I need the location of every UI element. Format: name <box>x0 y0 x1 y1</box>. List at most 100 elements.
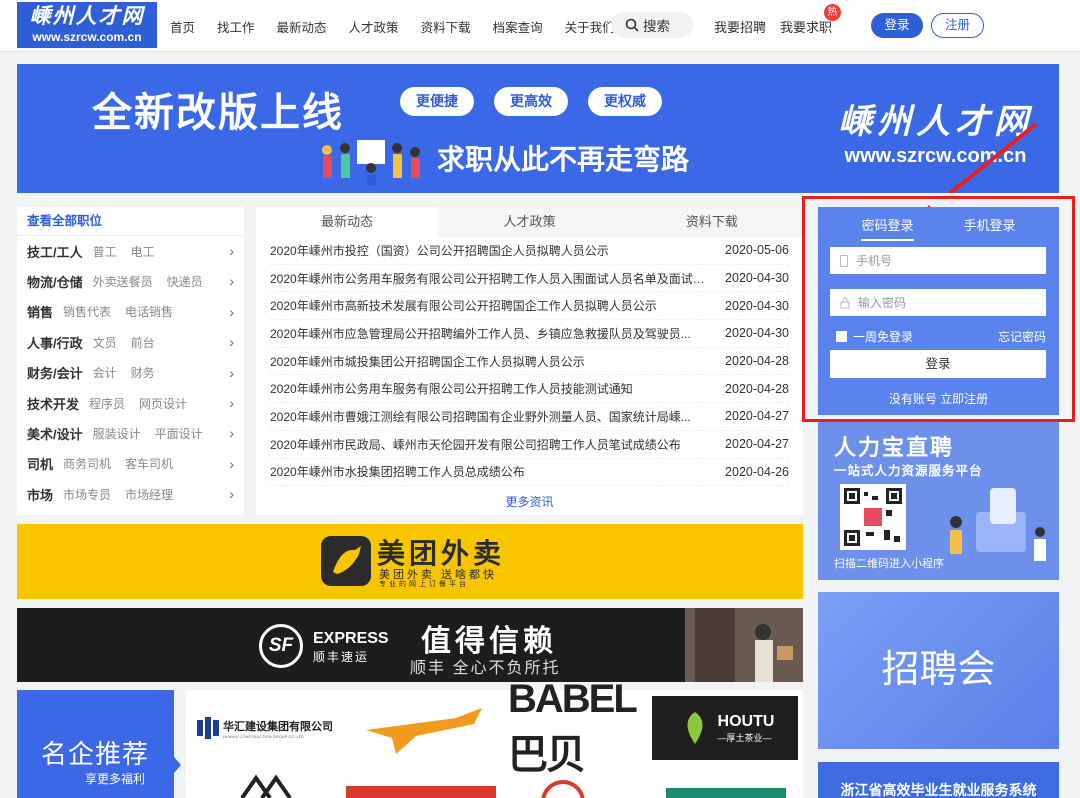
category-sub[interactable]: 销售代表 <box>63 303 111 320</box>
category-row[interactable]: 市场 市场专员 市场经理 › <box>17 479 244 509</box>
nav-downloads[interactable]: 资料下载 <box>421 17 471 36</box>
hero-banner[interactable]: 全新改版上线 更便捷 更高效 更权威 求职从此不再走弯路 嵊州人才网 www.s… <box>17 64 1059 193</box>
company-logo-babel[interactable]: BABEL巴贝 <box>508 677 638 777</box>
category-sub[interactable]: 财务 <box>131 364 155 381</box>
news-item[interactable]: 2020年嵊州市曹娥江测绘有限公司招聘国有企业野外测量人员、国家统计局嵊... 2… <box>270 403 789 431</box>
plane-logo-icon <box>366 708 482 754</box>
company-logo-plane[interactable] <box>346 696 496 760</box>
news-item[interactable]: 2020年嵊州市应急管理局公开招聘编外工作人员、乡镇应急救援队员及驾驶员... 2… <box>270 320 789 348</box>
news-title[interactable]: 2020年嵊州市投控（国资）公司公开招聘国企人员拟聘人员公示 <box>270 242 708 259</box>
header-register-button[interactable]: 注册 <box>931 13 984 38</box>
category-sub[interactable]: 商务司机 <box>63 455 111 472</box>
nav-find-job[interactable]: 找工作 <box>217 17 255 36</box>
nav-news[interactable]: 最新动态 <box>277 17 327 36</box>
company-logo-houtu[interactable]: HOUTU —厚土茶业— <box>652 696 798 760</box>
nav-home[interactable]: 首页 <box>170 17 195 36</box>
search-button[interactable]: 搜索 <box>611 12 693 38</box>
tab-password-login[interactable]: 密码登录 <box>861 215 914 241</box>
famous-companies-tile[interactable]: 名企推荐 享更多福利 <box>17 690 181 798</box>
tab-policy[interactable]: 人才政策 <box>438 207 620 237</box>
category-row[interactable]: 销售 销售代表 电话销售 › <box>17 297 244 327</box>
category-sub[interactable]: 电话销售 <box>125 303 173 320</box>
news-item[interactable]: 2020年嵊州市水投集团招聘工作人员总成绩公布 2020-04-26 <box>270 459 789 487</box>
nav-recruit[interactable]: 我要招聘 <box>714 17 766 36</box>
category-sub[interactable]: 程序员 <box>89 395 125 412</box>
nav-archive[interactable]: 档案查询 <box>493 17 543 36</box>
chevron-right-icon: › <box>229 455 234 472</box>
news-date: 2020-05-06 <box>725 243 789 258</box>
news-title[interactable]: 2020年嵊州市公务用车服务有限公司公开招聘工作人员技能测试通知 <box>270 380 708 397</box>
zhejiang-graduate-service-card[interactable]: 浙江省高效毕业生就业服务系统 <box>818 762 1059 798</box>
category-sub[interactable]: 平面设计 <box>155 425 203 442</box>
nav-about[interactable]: 关于我们 <box>565 17 615 36</box>
header-login-button[interactable]: 登录 <box>871 13 923 38</box>
password-input[interactable]: 输入密码 <box>830 289 1046 316</box>
company-logo-row2-4[interactable] <box>666 772 786 798</box>
company-logo-huahui[interactable]: 华汇建设集团有限公司 HUAHUI CONSTRUCTION GROUP CO.… <box>190 696 340 760</box>
news-title[interactable]: 2020年嵊州市公务用车服务有限公司公开招聘工作人员入围面试人员名单及面试通知 <box>270 270 708 287</box>
category-sub[interactable]: 网页设计 <box>139 395 187 412</box>
category-sub[interactable]: 客车司机 <box>125 455 173 472</box>
category-sub[interactable]: 外卖送餐员 <box>93 273 153 290</box>
news-item[interactable]: 2020年嵊州市公务用车服务有限公司公开招聘工作人员技能测试通知 2020-04-… <box>270 375 789 404</box>
category-row[interactable]: 美术/设计 服装设计 平面设计 › <box>17 418 244 448</box>
category-sub[interactable]: 普工 <box>93 243 117 260</box>
news-item[interactable]: 2020年嵊州市民政局、嵊州市天伦园开发有限公司招聘工作人员笔试成绩公布 2020… <box>270 431 789 459</box>
category-sub[interactable]: 文员 <box>93 334 117 351</box>
sf-express-ad-banner[interactable]: SF EXPRESS 顺丰速运 值得信赖 顺丰 全心不负所托 <box>17 608 803 682</box>
job-fair-card[interactable]: 招聘会 <box>818 592 1059 749</box>
category-sub[interactable]: 快递员 <box>167 273 203 290</box>
register-prompt-link[interactable]: 没有账号 立即注册 <box>818 390 1059 407</box>
category-main[interactable]: 物流/仓储 <box>27 272 83 291</box>
category-row[interactable]: 人事/行政 文员 前台 › <box>17 327 244 357</box>
phone-input[interactable]: 手机号 <box>830 247 1046 274</box>
nav-job-seek[interactable]: 我要求职热 <box>780 4 842 36</box>
category-main[interactable]: 技术开发 <box>27 394 79 413</box>
remember-checkbox[interactable]: 一周免登录 <box>836 328 913 345</box>
news-item[interactable]: 2020年嵊州市城投集团公开招聘国企工作人员拟聘人员公示 2020-04-28 <box>270 348 789 376</box>
category-sub[interactable]: 前台 <box>131 334 155 351</box>
category-sub[interactable]: 市场专员 <box>63 486 111 503</box>
category-sub[interactable]: 服装设计 <box>93 425 141 442</box>
news-item[interactable]: 2020年嵊州市公务用车服务有限公司公开招聘工作人员入围面试人员名单及面试通知 2… <box>270 265 789 293</box>
news-title[interactable]: 2020年嵊州市高新技术发展有限公司公开招聘国企工作人员拟聘人员公示 <box>270 297 708 314</box>
category-sub[interactable]: 市场经理 <box>125 486 173 503</box>
category-row[interactable]: 物流/仓储 外卖送餐员 快递员 › <box>17 266 244 296</box>
news-item[interactable]: 2020年嵊州市高新技术发展有限公司公开招聘国企工作人员拟聘人员公示 2020-0… <box>270 292 789 321</box>
login-submit-button[interactable]: 登录 <box>830 350 1046 378</box>
news-title[interactable]: 2020年嵊州市城投集团公开招聘国企工作人员拟聘人员公示 <box>270 353 708 370</box>
tab-phone-login[interactable]: 手机登录 <box>964 215 1016 241</box>
meituan-ad-banner[interactable]: 美团外卖 美团外卖 送啥都快 专业的网上订餐平台 <box>17 524 803 599</box>
company-logo-row2-1[interactable] <box>236 772 296 798</box>
view-all-jobs-link[interactable]: 查看全部职位 <box>17 207 244 236</box>
news-title[interactable]: 2020年嵊州市水投集团招聘工作人员总成绩公布 <box>270 463 708 480</box>
category-main[interactable]: 市场 <box>27 485 53 504</box>
site-logo[interactable]: 嵊州人才网 www.szrcw.com.cn <box>17 2 157 48</box>
company-logo-row2-2[interactable] <box>346 772 496 798</box>
category-row[interactable]: 技工/工人 普工 电工 › <box>17 236 244 266</box>
more-news-link[interactable]: 更多资讯 <box>256 493 803 510</box>
tab-latest[interactable]: 最新动态 <box>256 207 439 237</box>
category-main[interactable]: 技工/工人 <box>27 242 83 261</box>
news-item[interactable]: 2020年嵊州市投控（国资）公司公开招聘国企人员拟聘人员公示 2020-05-06 <box>270 237 789 265</box>
nav-policy[interactable]: 人才政策 <box>349 17 399 36</box>
category-sub[interactable]: 会计 <box>93 364 117 381</box>
category-sub[interactable]: 电工 <box>131 243 155 260</box>
category-row[interactable]: 司机 商务司机 客车司机 › <box>17 449 244 479</box>
category-row[interactable]: 技术开发 程序员 网页设计 › <box>17 388 244 418</box>
news-title[interactable]: 2020年嵊州市应急管理局公开招聘编外工作人员、乡镇应急救援队员及驾驶员... <box>270 325 708 342</box>
news-title[interactable]: 2020年嵊州市曹娥江测绘有限公司招聘国有企业野外测量人员、国家统计局嵊... <box>270 408 708 425</box>
hlb-promo-card[interactable]: 人力宝直聘 一站式人力资源服务平台 扫描二维码进入小程序 <box>818 422 1059 580</box>
category-row[interactable]: 财务/会计 会计 财务 › <box>17 358 244 388</box>
category-main[interactable]: 财务/会计 <box>27 363 83 382</box>
top-nav-bar: 嵊州人才网 www.szrcw.com.cn 首页 找工作 最新动态 人才政策 … <box>0 0 1080 52</box>
hero-subline: 求职从此不再走弯路 <box>437 143 690 176</box>
news-title[interactable]: 2020年嵊州市民政局、嵊州市天伦园开发有限公司招聘工作人员笔试成绩公布 <box>270 436 708 453</box>
category-main[interactable]: 销售 <box>27 302 53 321</box>
category-main[interactable]: 人事/行政 <box>27 333 83 352</box>
category-main[interactable]: 司机 <box>27 454 53 473</box>
category-main[interactable]: 美术/设计 <box>27 424 83 443</box>
tab-downloads[interactable]: 资料下载 <box>621 207 803 237</box>
company-logo-row2-3[interactable] <box>528 772 598 798</box>
forgot-password-link[interactable]: 忘记密码 <box>998 328 1046 345</box>
